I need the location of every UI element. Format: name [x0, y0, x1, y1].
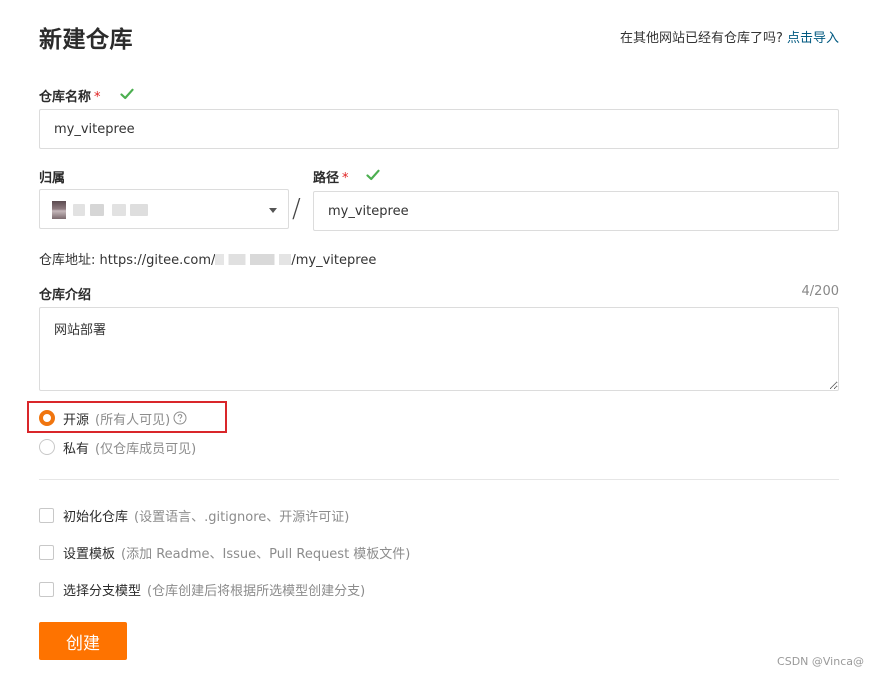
- repo-name-input[interactable]: [39, 109, 839, 149]
- page-header: 新建仓库 在其他网站已经有仓库了吗? 点击导入: [39, 18, 839, 54]
- owner-select[interactable]: [39, 189, 289, 229]
- description-label: 仓库介绍: [39, 288, 92, 303]
- import-hint: 在其他网站已经有仓库了吗? 点击导入: [620, 27, 839, 46]
- repo-url: 仓库地址: https://gitee.com//my_vitepree: [39, 253, 377, 268]
- template-option[interactable]: 设置模板 (添加 Readme、Issue、Pull Request 模板文件): [39, 543, 410, 562]
- checkbox[interactable]: [39, 507, 54, 523]
- import-hint-text: 在其他网站已经有仓库了吗?: [619, 31, 783, 46]
- valid-check-icon: [366, 169, 380, 181]
- description-textarea[interactable]: 网站部署: [39, 307, 839, 391]
- required-mark: *: [342, 171, 349, 186]
- repo-name-label: 仓库名称 *: [39, 90, 101, 105]
- watermark: CSDN @Vinca@: [777, 655, 864, 668]
- visibility-public-option[interactable]: 开源 (所有人可见): [39, 409, 187, 428]
- chevron-down-icon: [269, 208, 277, 213]
- visibility-private-option[interactable]: 私有 (仅仓库成员可见): [39, 438, 196, 457]
- branch-model-option[interactable]: 选择分支模型 (仓库创建后将根据所选模型创建分支): [39, 580, 365, 599]
- path-input[interactable]: [313, 191, 839, 231]
- redacted-owner-path: [215, 254, 292, 265]
- help-icon[interactable]: [173, 411, 187, 425]
- valid-check-icon: [120, 88, 134, 100]
- redacted-owner-name: [90, 204, 104, 216]
- import-link[interactable]: 点击导入: [787, 31, 839, 46]
- path-label: 路径 *: [313, 171, 349, 186]
- page-title: 新建仓库: [39, 27, 133, 53]
- description-counter: 4/200: [801, 284, 839, 299]
- checkbox[interactable]: [39, 581, 54, 597]
- path-separator: /: [292, 194, 301, 224]
- radio-selected[interactable]: [39, 410, 55, 426]
- create-button[interactable]: 创建: [39, 622, 127, 660]
- required-mark: *: [94, 90, 101, 105]
- init-repo-option[interactable]: 初始化仓库 (设置语言、.gitignore、开源许可证): [39, 506, 349, 525]
- redacted-owner-name: [73, 204, 85, 216]
- checkbox[interactable]: [39, 544, 54, 560]
- owner-label: 归属: [39, 171, 66, 186]
- redacted-owner-name: [130, 204, 148, 216]
- radio-unselected[interactable]: [39, 439, 55, 455]
- avatar: [52, 201, 66, 219]
- section-divider: [39, 479, 839, 480]
- redacted-owner-name: [112, 204, 126, 216]
